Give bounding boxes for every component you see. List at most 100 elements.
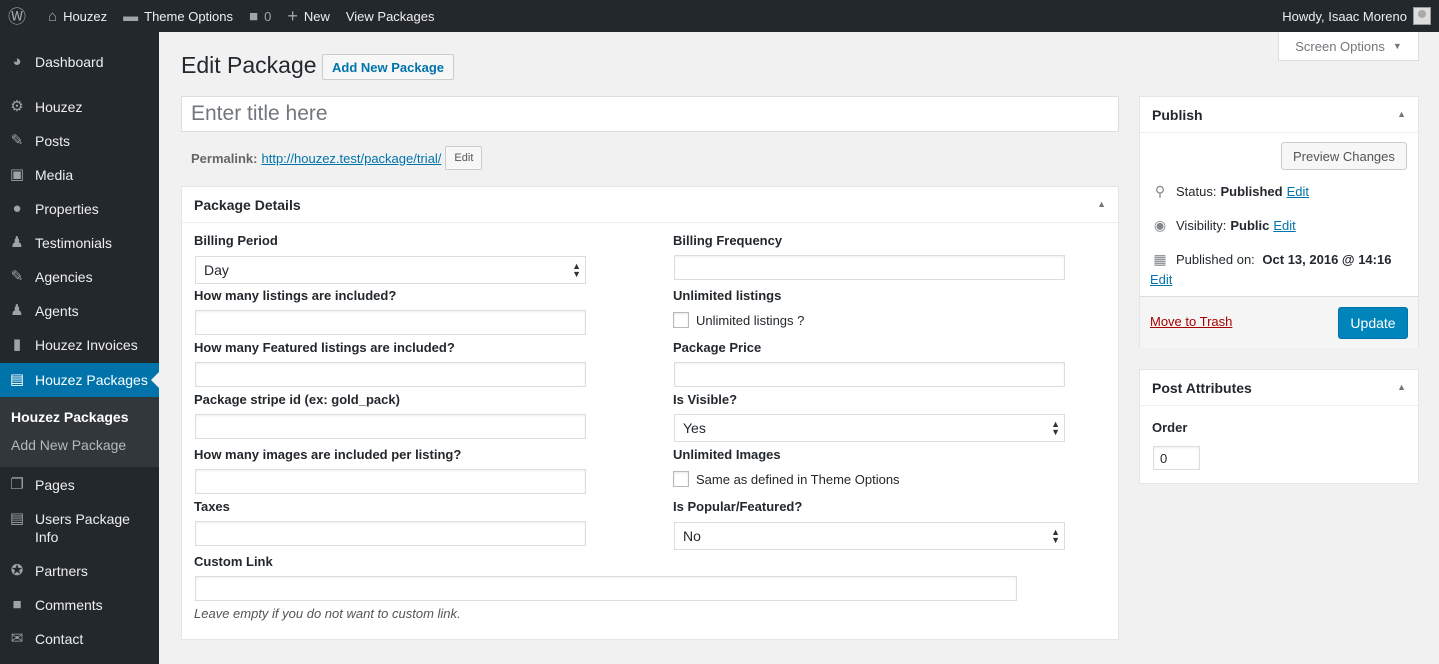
- custom-link-label: Custom Link: [194, 554, 273, 569]
- sidebar-item-label: Agents: [35, 303, 79, 319]
- sidebar-item-label: Users Package Info: [35, 511, 130, 545]
- sidebar-item-agents[interactable]: ♟ Agents: [0, 302, 159, 320]
- custom-link-input[interactable]: [195, 576, 1017, 601]
- billing-frequency-input[interactable]: [674, 255, 1065, 280]
- sidebar-item-pages[interactable]: ❐ Pages: [0, 476, 159, 494]
- book-icon: ▮: [12, 336, 22, 353]
- is-visible-select[interactable]: Yes ▲ ▼: [674, 414, 1065, 442]
- status-row: ⚲ Status: Published Edit: [1152, 183, 1309, 200]
- wordpress-icon: Ⓦ: [8, 7, 26, 27]
- pin-icon: ✎: [10, 132, 24, 149]
- images-input[interactable]: [195, 469, 586, 494]
- theme-options-link[interactable]: ▬ Theme Options: [115, 0, 241, 32]
- featured-listings-input[interactable]: [195, 362, 586, 387]
- view-packages-link[interactable]: View Packages: [338, 0, 443, 32]
- id-card-icon: ▤: [9, 371, 25, 388]
- package-details-title: Package Details: [194, 196, 301, 213]
- mail-icon: ✉: [10, 630, 24, 647]
- comment-icon: ■: [249, 7, 259, 25]
- title-input[interactable]: Enter title here: [181, 96, 1119, 132]
- publish-header[interactable]: Publish ▲: [1140, 97, 1418, 133]
- package-details-box: Package Details ▲ Billing Period Day ▲ ▼ …: [181, 186, 1119, 640]
- checkbox-box: [673, 312, 689, 328]
- collapse-icon[interactable]: ▲: [1397, 109, 1406, 119]
- stripe-id-label: Package stripe id (ex: gold_pack): [194, 392, 400, 407]
- submenu-add-new-package[interactable]: Add New Package: [0, 431, 159, 459]
- package-price-input[interactable]: [674, 362, 1065, 387]
- collapse-icon[interactable]: ▲: [1397, 382, 1406, 392]
- unlimited-listings-label: Unlimited listings: [673, 288, 782, 303]
- sidebar-item-media[interactable]: ▣ Media: [0, 166, 159, 184]
- billing-period-select[interactable]: Day ▲ ▼: [195, 256, 586, 284]
- new-label: New: [303, 8, 330, 24]
- sidebar-item-houzez-packages[interactable]: ▤ Houzez Packages: [0, 363, 159, 397]
- package-details-header[interactable]: Package Details ▲: [182, 187, 1118, 223]
- screen-options-button[interactable]: Screen Options ▼: [1278, 32, 1419, 61]
- taxes-label: Taxes: [194, 499, 230, 514]
- sidebar-item-dashboard[interactable]: ◕ Dashboard: [0, 53, 159, 71]
- packages-submenu: Houzez Packages Add New Package: [0, 397, 159, 467]
- folder-icon: ▬: [123, 7, 139, 25]
- sidebar-item-label: Properties: [35, 201, 99, 217]
- sidebar-item-label: Testimonials: [35, 235, 113, 251]
- is-visible-label: Is Visible?: [673, 392, 738, 407]
- sidebar-item-houzez[interactable]: ⚙ Houzez: [0, 98, 159, 116]
- published-on-label: Published on:: [1176, 252, 1255, 267]
- sidebar-item-users-package-info[interactable]: ▤ Users Package Info: [0, 510, 159, 546]
- pin-icon: ⚲: [1154, 183, 1166, 199]
- update-button[interactable]: Update: [1338, 307, 1408, 339]
- permalink-edit-button[interactable]: Edit: [445, 146, 483, 170]
- theme-options-label: Theme Options: [144, 8, 234, 24]
- sidebar-item-houzez-invoices[interactable]: ▮ Houzez Invoices: [0, 336, 159, 354]
- site-name-link[interactable]: ⌂ Houzez: [40, 0, 115, 32]
- visibility-edit-link[interactable]: Edit: [1273, 218, 1295, 233]
- wordpress-logo-button[interactable]: Ⓦ: [0, 0, 40, 32]
- sidebar-item-label: Dashboard: [35, 54, 104, 70]
- move-to-trash-link[interactable]: Move to Trash: [1150, 314, 1232, 329]
- preview-changes-button[interactable]: Preview Changes: [1281, 142, 1407, 170]
- unlimited-listings-checkbox[interactable]: Unlimited listings ?: [673, 312, 804, 328]
- unlimited-images-label: Unlimited Images: [673, 447, 781, 462]
- package-price-label: Package Price: [673, 340, 762, 355]
- is-popular-select[interactable]: No ▲ ▼: [674, 522, 1065, 550]
- unlimited-listings-check-label: Unlimited listings ?: [696, 312, 805, 328]
- stripe-id-input[interactable]: [195, 414, 586, 439]
- listings-input[interactable]: [195, 310, 586, 335]
- sidebar-item-label: Houzez: [35, 99, 83, 115]
- comment-icon: ■: [12, 596, 22, 613]
- publish-box: Publish ▲ Preview Changes ⚲ Status: Publ…: [1139, 96, 1419, 348]
- sidebar-item-properties[interactable]: ● Properties: [0, 200, 159, 218]
- published-on-edit-link[interactable]: Edit: [1150, 272, 1172, 287]
- permalink-label: Permalink:: [191, 150, 258, 166]
- sidebar-item-partners[interactable]: ✪ Partners: [0, 562, 159, 580]
- page-title: Edit Package: [181, 52, 317, 78]
- status-label: Status:: [1176, 184, 1217, 199]
- new-content-link[interactable]: + New: [279, 0, 338, 32]
- sidebar-item-comments[interactable]: ■ Comments: [0, 596, 159, 614]
- permalink-link[interactable]: http://houzez.test/package/trial/: [261, 151, 441, 166]
- sidebar-item-label: Houzez Packages: [35, 372, 148, 388]
- billing-period-label: Billing Period: [194, 233, 278, 248]
- post-attributes-header[interactable]: Post Attributes ▲: [1140, 370, 1418, 406]
- visibility-value: Public: [1230, 218, 1270, 233]
- account-menu[interactable]: Howdy, Isaac Moreno: [1282, 7, 1439, 25]
- unlimited-images-checkbox[interactable]: Same as defined in Theme Options: [673, 471, 900, 487]
- taxes-input[interactable]: [195, 521, 586, 546]
- permalink-row: Permalink: http://houzez.test/package/tr…: [191, 146, 483, 170]
- order-input[interactable]: 0: [1153, 446, 1200, 470]
- submenu-houzez-packages[interactable]: Houzez Packages: [0, 403, 159, 431]
- collapse-icon[interactable]: ▲: [1097, 199, 1106, 209]
- sidebar-item-agencies[interactable]: ✎ Agencies: [0, 268, 159, 286]
- billing-period-value: Day: [204, 262, 229, 278]
- sidebar-item-contact[interactable]: ✉ Contact: [0, 630, 159, 648]
- comments-link[interactable]: ■ 0: [241, 0, 279, 32]
- featured-listings-label: How many Featured listings are included?: [194, 340, 455, 355]
- sidebar-item-posts[interactable]: ✎ Posts: [0, 132, 159, 150]
- add-new-package-button[interactable]: Add New Package: [322, 54, 454, 80]
- status-edit-link[interactable]: Edit: [1287, 184, 1309, 199]
- order-label: Order: [1152, 420, 1188, 435]
- id-card-icon: ▤: [9, 510, 25, 527]
- publish-title: Publish: [1152, 106, 1203, 123]
- sidebar-item-testimonials[interactable]: ♟ Testimonials: [0, 234, 159, 252]
- sidebar-item-label: Houzez Invoices: [35, 337, 138, 353]
